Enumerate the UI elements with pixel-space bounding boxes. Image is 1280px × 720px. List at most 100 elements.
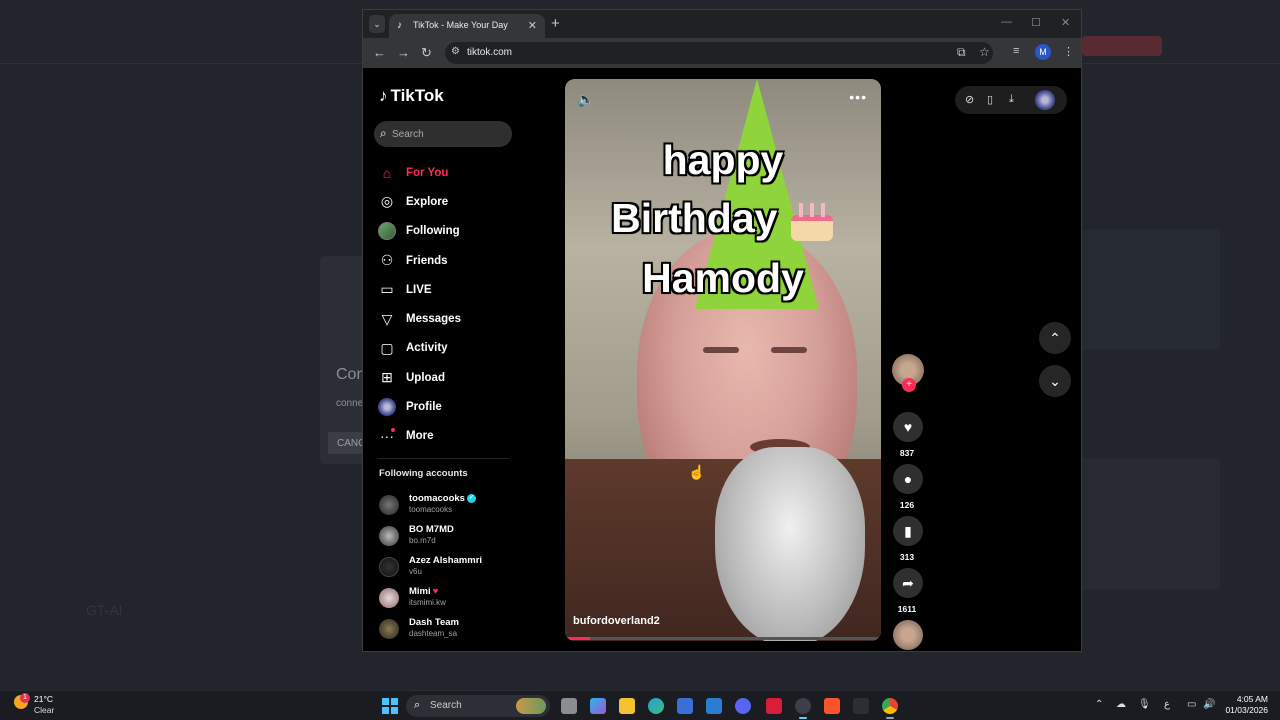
previous-video-button[interactable]: ⌃ <box>1039 322 1071 354</box>
account-name: Mimi <box>409 586 431 597</box>
search-box[interactable]: ⌕ <box>374 121 512 147</box>
reload-icon[interactable]: ↻ <box>421 45 432 61</box>
profile-avatar-icon <box>377 397 397 417</box>
search-highlight-image <box>516 698 546 714</box>
more-options-icon[interactable]: ••• <box>849 89 867 105</box>
browser-profile-avatar[interactable]: M <box>1035 44 1051 60</box>
user-avatar[interactable] <box>1035 90 1055 110</box>
save-count: 313 <box>899 552 915 562</box>
language-icon[interactable]: ع <box>1164 699 1170 710</box>
phone-app-icon[interactable]: ▯ <box>987 93 993 106</box>
heart-emoji-icon: ♥ <box>432 586 439 597</box>
media-controls-icon[interactable]: ≡ <box>1013 45 1019 57</box>
comment-button[interactable]: ● <box>893 464 923 494</box>
taskbar-search[interactable]: ⌕ Search <box>406 695 550 717</box>
account-name: BO M7MD <box>409 524 454 535</box>
activity-icon: ▢ <box>380 339 394 356</box>
account-name-row: Mimi ♥ <box>409 586 438 597</box>
close-window-icon[interactable]: ✕ <box>1061 16 1070 29</box>
sidebar-item-profile[interactable]: Profile <box>377 392 517 421</box>
onedrive-icon[interactable]: ☁ <box>1116 699 1126 710</box>
store-icon[interactable] <box>677 698 693 714</box>
network-icon[interactable]: ▭ <box>1187 699 1196 710</box>
discord-icon[interactable] <box>735 698 751 714</box>
new-tab-button[interactable]: + <box>551 15 560 32</box>
comment-icon: ● <box>903 471 913 487</box>
browser-toolbar: ← → ↻ ⚙ tiktok.com ⧉ ☆ ≡ M ⋮ <box>363 38 1081 68</box>
account-handle: dashteam_sa <box>409 629 458 638</box>
save-button[interactable]: ▮ <box>893 516 923 546</box>
video-player[interactable]: happy Birthday Hamody 🔈 ••• bufordoverla… <box>565 79 881 641</box>
install-app-icon[interactable]: ⧉ <box>957 45 966 60</box>
background-dialog-text: conne <box>336 398 364 409</box>
bookmark-star-icon[interactable]: ☆ <box>979 45 990 59</box>
outlook-icon[interactable] <box>706 698 722 714</box>
tiktok-logo[interactable]: ♪ TikTok <box>379 86 444 106</box>
search-input[interactable] <box>392 126 502 142</box>
back-icon[interactable]: ← <box>373 45 386 60</box>
weather-temperature: 21°C <box>34 694 53 704</box>
next-video-button[interactable]: ⌄ <box>1039 365 1071 397</box>
coins-icon[interactable]: ⊘ <box>965 93 974 106</box>
browser-window: ⌄ ♪ TikTok - Make Your Day ✕ + — ☐ ✕ ← →… <box>362 9 1082 652</box>
sound-avatar[interactable] <box>893 620 923 650</box>
volume-icon[interactable]: 🔊 <box>1203 699 1215 710</box>
video-username[interactable]: bufordoverland2 <box>573 615 660 627</box>
clock-time[interactable]: 4:05 AM <box>1230 694 1268 704</box>
background-panel-2 <box>1082 458 1220 590</box>
following-account[interactable]: Dash Team dashteam_sa <box>379 615 519 643</box>
start-button[interactable] <box>382 698 398 714</box>
tab-search-button[interactable]: ⌄ <box>369 15 385 33</box>
edge-icon[interactable] <box>648 698 664 714</box>
tab-tiktok[interactable]: ♪ TikTok - Make Your Day ✕ <box>389 14 545 38</box>
sidebar-item-following[interactable]: Following <box>377 217 517 246</box>
search-icon: ⌕ <box>380 126 387 140</box>
video-caption-line: happy <box>662 137 784 183</box>
sidebar-item-friends[interactable]: ⚇ Friends <box>377 246 517 275</box>
capcut-icon[interactable] <box>853 698 869 714</box>
microphone-icon[interactable]: 🎙 <box>1138 699 1151 710</box>
show-hidden-icons[interactable]: ⌃ <box>1095 699 1103 710</box>
chatgpt-icon[interactable] <box>795 698 811 714</box>
acrobat-icon[interactable] <box>766 698 782 714</box>
close-tab-icon[interactable]: ✕ <box>528 19 537 32</box>
chevron-down-icon: ⌄ <box>1049 373 1061 389</box>
sidebar-item-activity[interactable]: ▢ Activity <box>377 334 517 363</box>
sidebar-item-messages[interactable]: ▽ Messages <box>377 304 517 333</box>
sidebar-item-upload[interactable]: ⊞ Upload <box>377 363 517 392</box>
taskbar: 1 21°C Clear ⌕ Search ⌃ ☁ 🎙 ع ▭ 🔊 4:05 A… <box>0 690 1280 720</box>
avatar <box>379 557 399 577</box>
clock-date[interactable]: 01/03/2026 <box>1218 705 1268 715</box>
maximize-icon[interactable]: ☐ <box>1031 16 1041 29</box>
sidebar-item-live[interactable]: ▭ LIVE <box>377 275 517 304</box>
minimize-icon[interactable]: — <box>1001 16 1012 28</box>
chrome-icon[interactable] <box>882 698 898 714</box>
comment-count: 126 <box>899 500 915 510</box>
following-account[interactable]: BO M7MD bo.m7d <box>379 522 519 550</box>
forward-icon[interactable]: → <box>397 45 410 60</box>
browser-menu-icon[interactable]: ⋮ <box>1063 45 1074 58</box>
account-name: Azez Alshammri <box>409 555 483 566</box>
site-info-icon[interactable]: ⚙ <box>451 46 460 57</box>
tiktok-logo-text: TikTok <box>390 86 444 105</box>
sidebar-item-more[interactable]: ··· More <box>377 422 517 451</box>
sidebar-item-label: Activity <box>406 342 448 355</box>
file-explorer-icon[interactable] <box>619 698 635 714</box>
like-button[interactable]: ♥ <box>893 412 923 442</box>
task-view-icon[interactable] <box>561 698 577 714</box>
following-account[interactable]: toomacooks ✓ toomacooks <box>379 491 519 519</box>
account-handle: bo.m7d <box>409 536 436 545</box>
share-button[interactable]: ➦ <box>893 568 923 598</box>
background-bottom-label: GT-AI <box>86 602 123 618</box>
sidebar-item-for-you[interactable]: ⌂ For You <box>377 158 517 187</box>
following-account[interactable]: Azez Alshammri v6u <box>379 553 519 581</box>
volume-icon[interactable]: 🔈 <box>577 91 594 108</box>
address-bar[interactable]: ⚙ tiktok.com ⧉ ☆ <box>445 42 993 64</box>
following-account[interactable]: Mimi ♥ itsmimi.kw <box>379 584 519 612</box>
copilot-icon[interactable] <box>590 698 606 714</box>
download-icon[interactable]: ⤓ <box>1009 93 1014 106</box>
sidebar-item-explore[interactable]: ◎ Explore <box>377 187 517 216</box>
brave-icon[interactable] <box>824 698 840 714</box>
follow-plus-icon[interactable]: + <box>902 378 916 392</box>
video-progress-bar[interactable] <box>565 637 881 640</box>
